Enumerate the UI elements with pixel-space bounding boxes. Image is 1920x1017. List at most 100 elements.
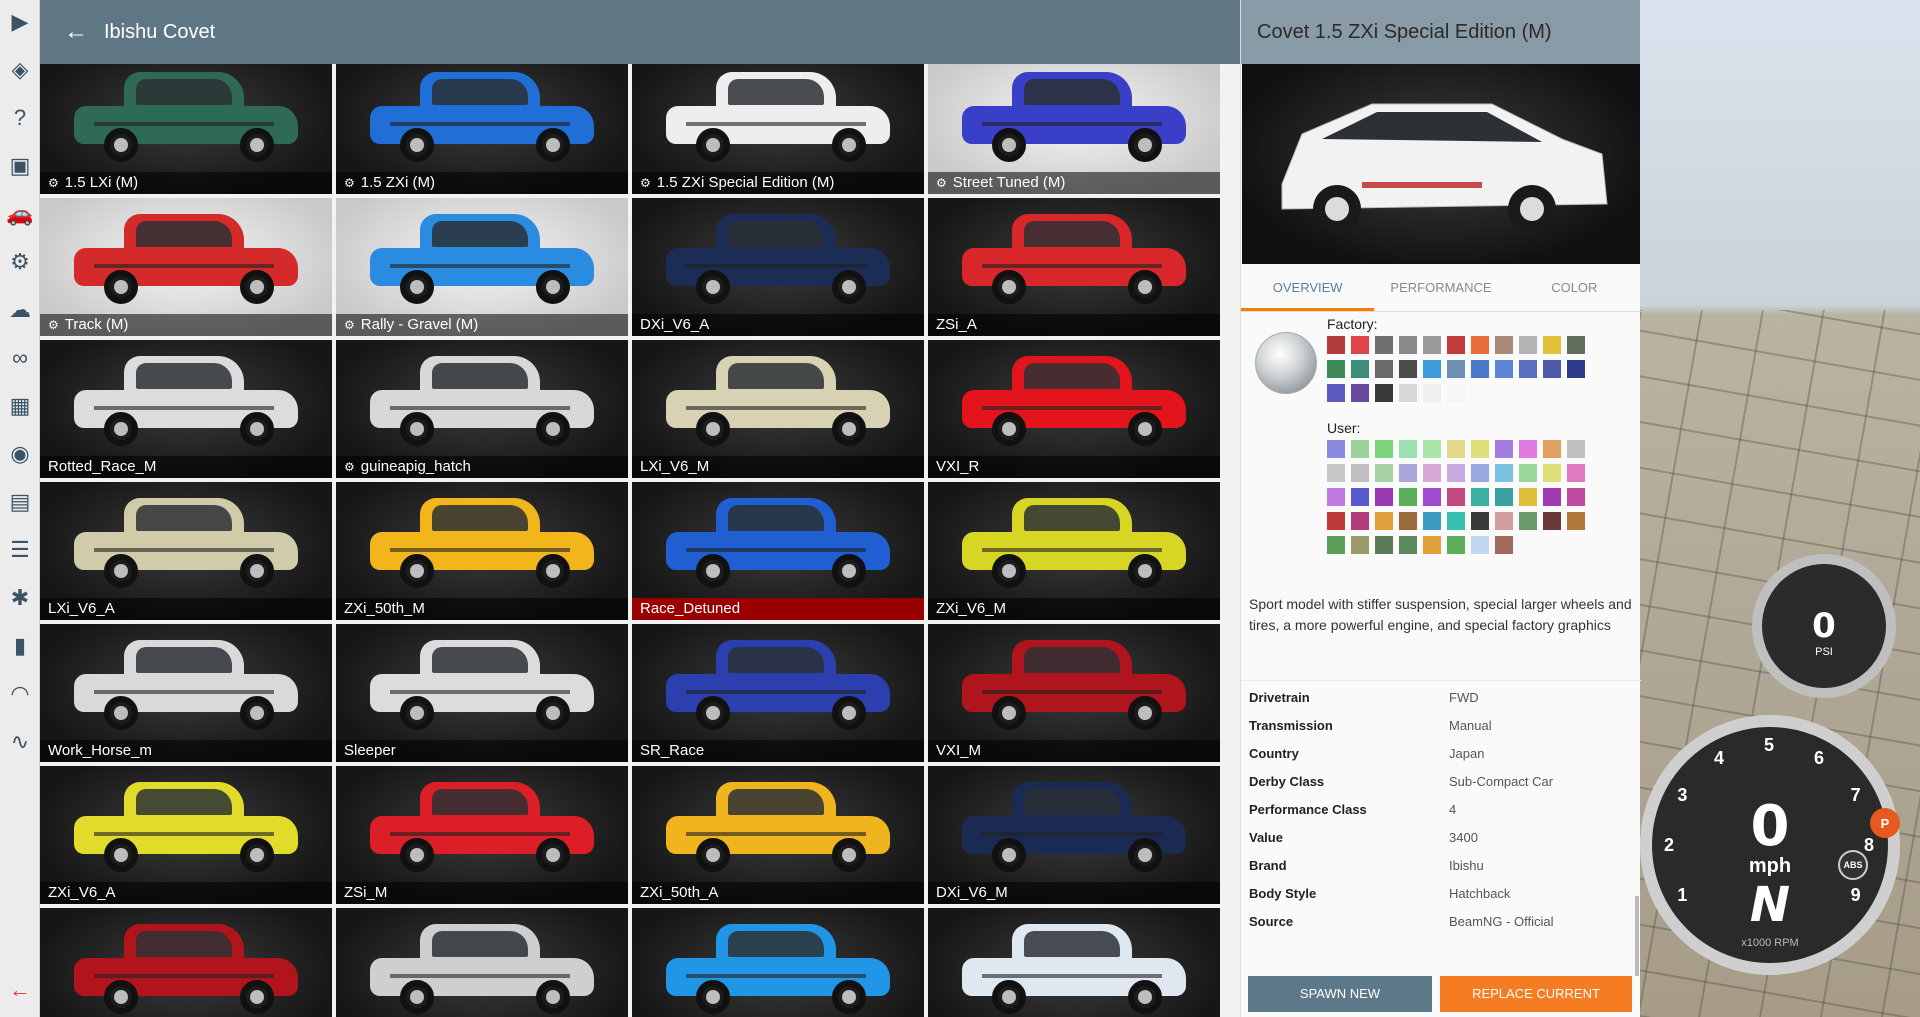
factory-color-swatch[interactable] bbox=[1543, 360, 1561, 378]
user-color-swatch[interactable] bbox=[1327, 464, 1345, 482]
user-color-swatch[interactable] bbox=[1351, 536, 1369, 554]
bug-icon[interactable]: ✱ bbox=[0, 578, 40, 618]
user-color-swatch[interactable] bbox=[1399, 512, 1417, 530]
details-scrollbar[interactable] bbox=[1635, 896, 1639, 976]
config-tile[interactable]: ZXi_V6_A bbox=[40, 766, 332, 904]
config-tile[interactable]: ⚙ Track (M) bbox=[40, 198, 332, 336]
cloud-icon[interactable]: ☁ bbox=[0, 290, 40, 330]
film-icon[interactable]: ▦ bbox=[0, 386, 40, 426]
user-color-swatch[interactable] bbox=[1399, 440, 1417, 458]
config-tile[interactable]: VXI_A bbox=[40, 908, 332, 1017]
user-color-swatch[interactable] bbox=[1543, 440, 1561, 458]
user-color-swatch[interactable] bbox=[1519, 512, 1537, 530]
config-tile[interactable]: VXI_R bbox=[928, 340, 1220, 478]
factory-color-swatch[interactable] bbox=[1471, 360, 1489, 378]
factory-color-swatch[interactable] bbox=[1375, 336, 1393, 354]
factory-color-swatch[interactable] bbox=[1447, 336, 1465, 354]
tab-color[interactable]: COLOR bbox=[1508, 268, 1641, 311]
config-tile[interactable]: ⚙ guineapig_hatch bbox=[336, 340, 628, 478]
user-color-swatch[interactable] bbox=[1447, 512, 1465, 530]
user-color-swatch[interactable] bbox=[1327, 512, 1345, 530]
config-tile[interactable]: VXI_M bbox=[928, 624, 1220, 762]
config-tile[interactable]: ZXi_SR_A bbox=[928, 908, 1220, 1017]
factory-color-swatch[interactable] bbox=[1423, 384, 1441, 402]
user-color-swatch[interactable] bbox=[1423, 512, 1441, 530]
tab-overview[interactable]: OVERVIEW bbox=[1241, 268, 1375, 311]
config-tile[interactable]: Okudai_Turbo_M bbox=[632, 908, 924, 1017]
user-color-swatch[interactable] bbox=[1423, 536, 1441, 554]
config-tile[interactable]: ⚙ 1.5 ZXi Special Edition (M) bbox=[632, 64, 924, 194]
factory-color-swatch[interactable] bbox=[1519, 336, 1537, 354]
factory-color-swatch[interactable] bbox=[1399, 336, 1417, 354]
layers-icon[interactable]: ◈ bbox=[0, 50, 40, 90]
settings-icon[interactable]: ⚙ bbox=[0, 242, 40, 282]
config-tile[interactable]: DXi_V6_M bbox=[928, 766, 1220, 904]
user-color-swatch[interactable] bbox=[1471, 536, 1489, 554]
factory-color-swatch[interactable] bbox=[1375, 384, 1393, 402]
user-color-swatch[interactable] bbox=[1375, 512, 1393, 530]
user-color-swatch[interactable] bbox=[1447, 440, 1465, 458]
camera-icon[interactable]: ◉ bbox=[0, 434, 40, 474]
config-tile[interactable]: Work_Horse_A bbox=[336, 908, 628, 1017]
config-tile[interactable]: Rotted_Race_M bbox=[40, 340, 332, 478]
user-color-swatch[interactable] bbox=[1471, 488, 1489, 506]
user-color-swatch[interactable] bbox=[1327, 488, 1345, 506]
config-tile[interactable]: ⚙ Street Tuned (M) bbox=[928, 64, 1220, 194]
config-tile[interactable]: SR_Race bbox=[632, 624, 924, 762]
user-color-swatch[interactable] bbox=[1543, 488, 1561, 506]
user-color-swatch[interactable] bbox=[1351, 464, 1369, 482]
config-tile[interactable]: ZXi_V6_M bbox=[928, 482, 1220, 620]
config-tile[interactable]: Work_Horse_m bbox=[40, 624, 332, 762]
user-color-swatch[interactable] bbox=[1351, 512, 1369, 530]
user-color-swatch[interactable] bbox=[1471, 464, 1489, 482]
factory-color-swatch[interactable] bbox=[1327, 360, 1345, 378]
user-color-swatch[interactable] bbox=[1519, 488, 1537, 506]
user-color-swatch[interactable] bbox=[1423, 464, 1441, 482]
car-icon[interactable]: 🚗 bbox=[0, 194, 40, 234]
user-color-swatch[interactable] bbox=[1423, 440, 1441, 458]
factory-color-swatch[interactable] bbox=[1567, 336, 1585, 354]
factory-color-swatch[interactable] bbox=[1327, 384, 1345, 402]
config-tile[interactable]: ⚙ 1.5 ZXi (M) bbox=[336, 64, 628, 194]
factory-color-swatch[interactable] bbox=[1519, 360, 1537, 378]
factory-color-swatch[interactable] bbox=[1399, 360, 1417, 378]
user-color-swatch[interactable] bbox=[1543, 464, 1561, 482]
config-tile[interactable]: ZXi_50th_M bbox=[336, 482, 628, 620]
user-color-swatch[interactable] bbox=[1471, 440, 1489, 458]
config-tile[interactable]: Sleeper bbox=[336, 624, 628, 762]
user-color-swatch[interactable] bbox=[1495, 464, 1513, 482]
user-color-swatch[interactable] bbox=[1447, 536, 1465, 554]
config-tile[interactable]: LXi_V6_M bbox=[632, 340, 924, 478]
user-color-swatch[interactable] bbox=[1423, 488, 1441, 506]
user-color-swatch[interactable] bbox=[1471, 512, 1489, 530]
chart-icon[interactable]: ▮ bbox=[0, 626, 40, 666]
user-color-swatch[interactable] bbox=[1351, 440, 1369, 458]
user-color-swatch[interactable] bbox=[1495, 536, 1513, 554]
user-color-swatch[interactable] bbox=[1495, 488, 1513, 506]
config-tile[interactable]: ZXi_50th_A bbox=[632, 766, 924, 904]
config-tile[interactable]: ⚙ Rally - Gravel (M) bbox=[336, 198, 628, 336]
video-icon[interactable]: ▣ bbox=[0, 146, 40, 186]
factory-color-swatch[interactable] bbox=[1543, 336, 1561, 354]
config-tile[interactable]: Race_Detuned bbox=[632, 482, 924, 620]
user-color-swatch[interactable] bbox=[1519, 440, 1537, 458]
factory-color-swatch[interactable] bbox=[1351, 336, 1369, 354]
user-color-swatch[interactable] bbox=[1447, 464, 1465, 482]
back-arrow-icon[interactable]: ← bbox=[64, 18, 88, 46]
window-icon[interactable]: ▤ bbox=[0, 482, 40, 522]
user-color-swatch[interactable] bbox=[1567, 464, 1585, 482]
user-color-swatch[interactable] bbox=[1567, 488, 1585, 506]
infinity-icon[interactable]: ∞ bbox=[0, 338, 40, 378]
headset-icon[interactable]: ◠ bbox=[0, 674, 40, 714]
help-icon[interactable]: ? bbox=[0, 98, 40, 138]
factory-color-swatch[interactable] bbox=[1423, 336, 1441, 354]
replace-current-button[interactable]: REPLACE CURRENT bbox=[1440, 976, 1632, 1012]
config-tile[interactable]: ZSi_M bbox=[336, 766, 628, 904]
exit-arrow-icon[interactable]: ← bbox=[0, 970, 40, 1010]
factory-color-swatch[interactable] bbox=[1447, 360, 1465, 378]
user-color-swatch[interactable] bbox=[1327, 440, 1345, 458]
user-color-swatch[interactable] bbox=[1495, 512, 1513, 530]
user-color-swatch[interactable] bbox=[1399, 536, 1417, 554]
user-color-swatch[interactable] bbox=[1567, 512, 1585, 530]
factory-color-swatch[interactable] bbox=[1327, 336, 1345, 354]
